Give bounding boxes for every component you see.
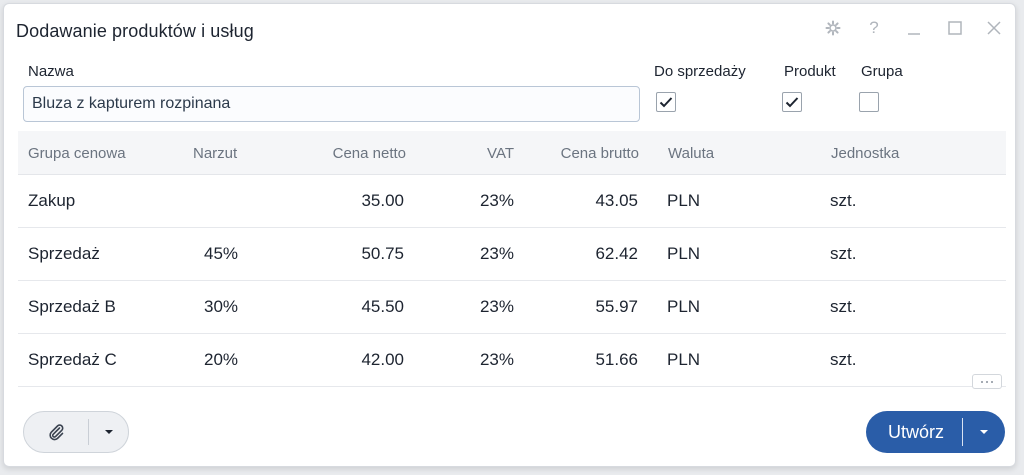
col-header-currency: Waluta	[668, 145, 715, 162]
cell-net-price: 35.00	[361, 191, 404, 210]
cell-price-group: Sprzedaż	[28, 244, 100, 263]
col-header-vat: VAT	[487, 145, 514, 162]
col-header-gross-price: Cena brutto	[560, 145, 639, 162]
product-label: Produkt	[784, 63, 836, 80]
cell-currency: PLN	[667, 244, 701, 263]
table-row[interactable]: Zakup 35.00 23% 43.05 PLN szt.	[18, 175, 1006, 228]
attach-dropdown-button[interactable]	[89, 412, 128, 452]
name-label: Nazwa	[28, 63, 74, 80]
checkmark-icon	[785, 97, 799, 108]
cell-net-price: 42.00	[361, 350, 404, 369]
cell-gross-price: 55.97	[595, 297, 638, 316]
price-table: Grupa cenowa Narzut Cena netto VAT Cena …	[18, 131, 1006, 387]
group-label: Grupa	[861, 63, 903, 80]
name-input[interactable]	[23, 86, 640, 122]
create-dropdown-button[interactable]	[963, 411, 1005, 453]
cell-markup: 45%	[204, 244, 239, 263]
cell-currency: PLN	[667, 350, 701, 369]
cell-vat: 23%	[479, 244, 514, 263]
close-icon[interactable]	[983, 17, 1005, 39]
cell-price-group: Sprzedaż C	[28, 350, 117, 369]
table-row[interactable]: Sprzedaż 45% 50.75 23% 62.42 PLN szt.	[18, 228, 1006, 281]
gear-icon[interactable]	[822, 17, 844, 39]
group-checkbox[interactable]	[859, 92, 879, 112]
cell-markup: 20%	[204, 350, 239, 369]
create-button[interactable]: Utwórz	[866, 411, 962, 453]
col-header-markup: Narzut	[193, 145, 238, 162]
col-header-unit: Jednostka	[831, 145, 900, 162]
cell-vat: 23%	[479, 191, 514, 210]
ellipsis-icon	[981, 380, 993, 383]
cell-currency: PLN	[667, 297, 701, 316]
cell-markup: 30%	[204, 297, 239, 316]
cell-vat: 23%	[479, 297, 514, 316]
cell-vat: 23%	[479, 350, 514, 369]
product-dialog: Dodawanie produktów i usług ? Nazwa Do s…	[3, 3, 1016, 467]
more-options-button[interactable]	[972, 374, 1002, 389]
cell-currency: PLN	[667, 191, 701, 210]
for-sale-label: Do sprzedaży	[654, 63, 746, 80]
caret-down-icon	[104, 430, 113, 434]
table-header: Grupa cenowa Narzut Cena netto VAT Cena …	[18, 131, 1006, 175]
checkmark-icon	[659, 97, 673, 108]
create-button-group: Utwórz	[866, 411, 1005, 453]
maximize-icon[interactable]	[944, 17, 966, 39]
cell-unit: szt.	[830, 297, 857, 316]
paperclip-icon	[49, 424, 64, 441]
col-header-net-price: Cena netto	[332, 145, 406, 162]
cell-unit: szt.	[830, 350, 857, 369]
cell-gross-price: 62.42	[595, 244, 638, 263]
attach-button[interactable]	[24, 412, 88, 452]
minimize-icon[interactable]	[903, 17, 925, 39]
attachment-button-group	[23, 411, 129, 453]
product-checkbox[interactable]	[782, 92, 802, 112]
cell-net-price: 45.50	[361, 297, 404, 316]
cell-gross-price: 43.05	[595, 191, 638, 210]
cell-unit: szt.	[830, 191, 857, 210]
cell-unit: szt.	[830, 244, 857, 263]
table-row[interactable]: Sprzedaż C 20% 42.00 23% 51.66 PLN szt.	[18, 334, 1006, 387]
table-row[interactable]: Sprzedaż B 30% 45.50 23% 55.97 PLN szt.	[18, 281, 1006, 334]
help-icon[interactable]: ?	[863, 17, 885, 39]
for-sale-checkbox[interactable]	[656, 92, 676, 112]
caret-down-icon	[980, 430, 988, 434]
cell-gross-price: 51.66	[595, 350, 638, 369]
dialog-title: Dodawanie produktów i usług	[16, 21, 254, 41]
col-header-price-group: Grupa cenowa	[28, 145, 126, 162]
cell-price-group: Sprzedaż B	[28, 297, 116, 316]
cell-net-price: 50.75	[361, 244, 404, 263]
cell-price-group: Zakup	[28, 191, 76, 210]
